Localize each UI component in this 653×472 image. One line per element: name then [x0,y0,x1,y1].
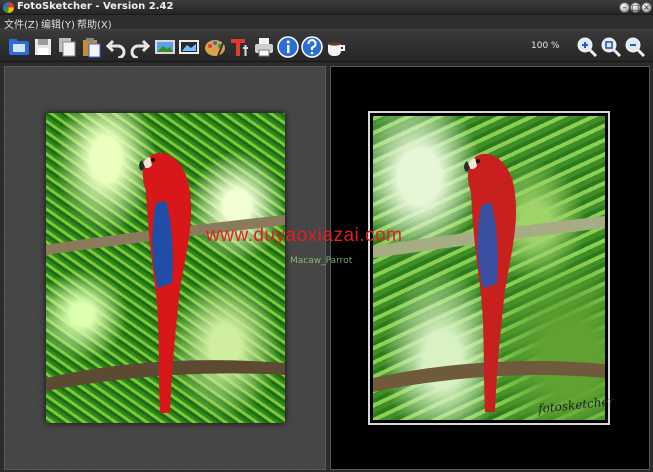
close-button[interactable]: × [641,2,652,13]
app-logo-icon [3,2,14,13]
image-frame-icon[interactable] [177,35,201,59]
title-bar[interactable]: FotoSketcher - Version 2.42 – □ × [0,0,653,15]
zoom-in-icon[interactable] [575,35,599,59]
toolbar: 100 % [0,29,653,62]
undo-icon[interactable] [104,35,128,59]
paste-icon[interactable] [79,35,103,59]
zoom-fit-icon[interactable] [599,35,623,59]
zoom-out-icon[interactable] [623,35,647,59]
redo-icon[interactable] [128,35,152,59]
coffee-cup-icon[interactable] [324,35,348,59]
zoom-level: 100 % [531,41,560,51]
window-title: FotoSketcher - Version 2.42 [17,1,174,12]
printer-icon[interactable] [252,35,276,59]
minimize-button[interactable]: – [619,2,630,13]
save-icon[interactable] [31,35,55,59]
text-tool-icon[interactable] [227,35,251,59]
help-icon[interactable] [300,35,324,59]
copy-icon[interactable] [55,35,79,59]
watermark-text: www.duyaoxiazai.com [206,225,403,246]
original-photo [46,113,285,423]
palette-icon[interactable] [203,35,227,59]
info-icon[interactable] [276,35,300,59]
maximize-button[interactable]: □ [630,2,641,13]
open-folder-icon[interactable] [7,35,31,59]
sketch-photo [373,116,605,420]
image-landscape-icon[interactable] [153,35,177,59]
menu-bar: 文件(Z) 编辑(Y) 帮助(X) [0,15,653,31]
watermark-subtext: Macaw_Parrot [290,256,353,266]
